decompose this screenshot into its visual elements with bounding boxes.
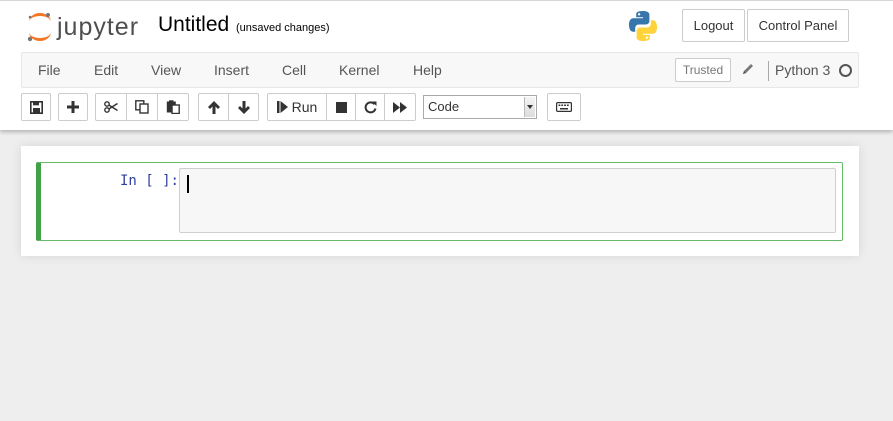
kernel-divider [768,61,769,81]
plus-icon [67,101,79,113]
menu-file[interactable]: File [38,53,61,87]
menu-view[interactable]: View [151,53,181,87]
arrow-up-icon [207,100,220,114]
menu-cell[interactable]: Cell [282,53,306,87]
command-palette-group [547,93,581,121]
menu-kernel[interactable]: Kernel [339,53,379,87]
copy-button[interactable] [126,93,158,121]
menu-edit[interactable]: Edit [94,53,118,87]
kernel-idle-indicator [839,64,852,77]
notebook-name[interactable]: Untitled [158,13,229,37]
interrupt-kernel-button[interactable] [326,93,356,121]
pencil-icon[interactable] [741,62,755,76]
header: jupyter Untitled (unsaved changes) Logou… [0,0,893,130]
edit-group [95,93,189,121]
menubar: File Edit View Insert Cell Kernel Help T… [21,52,859,88]
refresh-icon [364,100,376,113]
save-button[interactable] [21,93,51,121]
jupyter-logo[interactable]: jupyter [26,12,139,42]
copy-icon [135,100,149,114]
kernel-name[interactable]: Python 3 [775,53,830,87]
cut-button[interactable] [95,93,127,121]
control-panel-button[interactable]: Control Panel [747,9,849,42]
command-palette-button[interactable] [547,93,581,121]
logo-text: jupyter [57,13,140,41]
python-logo-icon [629,11,657,41]
insert-cell-below-button[interactable] [58,93,88,121]
save-group [21,93,51,121]
cell-type-select[interactable]: Code [423,95,537,119]
move-up-button[interactable] [198,93,229,121]
paste-button[interactable] [157,93,189,121]
keyboard-icon [556,102,572,112]
step-forward-icon [276,101,288,113]
trusted-button[interactable]: Trusted [675,58,731,82]
notebook-container: In [ ]: [21,146,859,256]
insert-group [58,93,88,121]
code-cell[interactable]: In [ ]: [36,162,843,241]
move-down-button[interactable] [228,93,259,121]
code-editor[interactable] [179,168,836,233]
menu-help[interactable]: Help [413,53,442,87]
run-label: Run [291,99,318,115]
save-status: (unsaved changes) [236,22,330,34]
move-group [198,93,259,121]
text-cursor [187,175,189,193]
paste-icon [166,100,180,114]
floppy-disk-icon [29,100,43,114]
arrow-down-icon [237,100,250,114]
fast-forward-icon [393,101,407,113]
jupyter-logo-icon [27,13,51,42]
scissors-icon [104,101,118,113]
input-prompt: In [ ]: [119,173,179,189]
logout-button[interactable]: Logout [682,9,745,42]
run-button[interactable]: Run [267,93,327,121]
cell-type-value: Code [428,99,460,114]
restart-kernel-button[interactable] [355,93,385,121]
select-arrow-icon [524,97,535,117]
restart-run-all-button[interactable] [384,93,416,121]
stop-icon [335,101,347,113]
menu-insert[interactable]: Insert [214,53,249,87]
run-group: Run [267,93,416,121]
